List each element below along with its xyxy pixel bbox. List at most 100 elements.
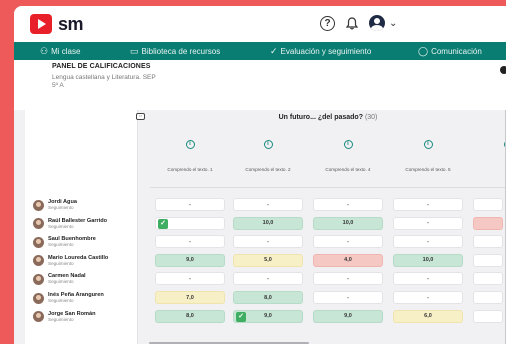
- grade-cell[interactable]: 10,0: [233, 216, 303, 230]
- grade-cell[interactable]: [473, 198, 503, 211]
- folder-icon: ▭: [130, 45, 139, 56]
- grade-value: 5,0: [264, 257, 272, 264]
- grade-cell[interactable]: [473, 272, 503, 286]
- info-icon[interactable]: i: [185, 140, 195, 149]
- grade-cell[interactable]: -: [233, 272, 303, 286]
- nav-item-evaluacion[interactable]: ✓ Evaluación y seguimiento: [270, 46, 371, 57]
- subject-label: Lengua castellana y Literatura. SEP: [52, 74, 156, 81]
- student-row[interactable]: Mario Loureda Castillo Seguimiento: [25, 252, 138, 270]
- student-row[interactable]: Raúl Ballester Garrido Seguimiento: [25, 215, 138, 233]
- expand-columns-button[interactable]: ⇔: [136, 113, 145, 120]
- column-name: Comprendo el texto. 1: [167, 167, 213, 172]
- student-row[interactable]: Jordi Agua Seguimiento: [25, 196, 138, 214]
- grade-cell[interactable]: -: [313, 272, 383, 286]
- column-header[interactable]: i Comprendo el texto. 1: [150, 140, 230, 185]
- grade-cell[interactable]: -: [155, 198, 225, 211]
- grade-cell[interactable]: [473, 253, 503, 267]
- info-icon[interactable]: i: [343, 140, 353, 149]
- grade-cell[interactable]: [473, 235, 503, 249]
- grade-cell[interactable]: -: [393, 291, 463, 304]
- grade-cell[interactable]: [473, 309, 503, 323]
- column-header[interactable]: iCo: [468, 140, 506, 185]
- logo[interactable]: sm: [30, 13, 84, 35]
- nav-item-biblioteca[interactable]: ▭ Biblioteca de recursos: [130, 46, 220, 57]
- grade-value: -: [267, 238, 269, 245]
- grade-value: 8,0: [264, 294, 272, 301]
- student-name: Raúl Ballester Garrido: [48, 217, 108, 224]
- column-header[interactable]: i Comprendo el texto. 4: [308, 140, 388, 185]
- grade-cell[interactable]: ✓: [155, 216, 225, 230]
- grade-cell[interactable]: -: [313, 235, 383, 249]
- logo-play-icon: [30, 14, 52, 34]
- student-status: Seguimiento: [48, 242, 74, 248]
- activity-name: Un futuro... ¿del pasado?: [278, 114, 363, 121]
- student-status: Seguimiento: [48, 279, 74, 285]
- header-separator: [150, 187, 506, 188]
- grade-value: -: [347, 238, 349, 245]
- people-icon: ⚇: [40, 45, 49, 56]
- grade-cell[interactable]: -: [155, 235, 225, 249]
- info-icon[interactable]: i: [423, 140, 433, 149]
- grade-value: -: [267, 201, 269, 208]
- grade-cell[interactable]: -: [233, 198, 303, 211]
- grade-value: -: [267, 275, 269, 282]
- options-dot-icon[interactable]: [500, 66, 506, 74]
- column-name: Co: [468, 167, 506, 172]
- column-name: Comprendo el texto. 2: [245, 167, 291, 172]
- logo-text: sm: [58, 13, 84, 34]
- grade-cell[interactable]: 9,0: [313, 309, 383, 323]
- student-row[interactable]: Inés Peña Aranguren Seguimiento: [25, 289, 138, 307]
- bell-icon[interactable]: [345, 16, 359, 31]
- student-status: Seguimiento: [48, 316, 74, 322]
- activity-count: (30): [364, 114, 378, 121]
- grade-cell[interactable]: 8,0: [155, 309, 225, 323]
- nav-item-comunicacion[interactable]: ◯ Comunicación: [418, 46, 482, 57]
- nav-label: Mi clase: [51, 46, 81, 56]
- grade-value: 9,0: [344, 313, 352, 320]
- grade-cell[interactable]: -: [393, 235, 463, 249]
- grade-cell[interactable]: 8,0: [233, 291, 303, 304]
- grade-cell[interactable]: -: [393, 272, 463, 286]
- grade-value: -: [427, 201, 429, 208]
- student-row[interactable]: Jorge San Román Seguimiento: [25, 308, 138, 326]
- grade-cell[interactable]: -: [313, 198, 383, 211]
- app-window: sm ? ⌄ ⚇ Mi clase ▭ Biblioteca de recurs…: [14, 6, 506, 344]
- grade-value: -: [189, 238, 191, 245]
- student-avatar: [33, 292, 44, 304]
- check-icon: ✓: [158, 218, 168, 229]
- grade-value: 9,0: [264, 313, 272, 320]
- student-avatar: [33, 236, 44, 248]
- grade-cell[interactable]: -: [393, 198, 463, 211]
- column-header[interactable]: i Comprendo el texto. 5: [388, 140, 468, 185]
- nav-item-mi-clase[interactable]: ⚇ Mi clase: [40, 46, 80, 57]
- grade-cell[interactable]: -: [393, 216, 463, 230]
- info-icon[interactable]: i: [263, 140, 273, 149]
- grade-cell[interactable]: -: [233, 235, 303, 249]
- grade-cell[interactable]: ✓ 9,0: [233, 309, 303, 323]
- grade-cell[interactable]: 9,0: [155, 253, 225, 267]
- student-row[interactable]: Saul Buenhombre Seguimiento: [25, 233, 138, 251]
- grade-cell[interactable]: -: [313, 291, 383, 304]
- student-row[interactable]: Carmen Nadal Seguimiento: [25, 270, 138, 288]
- grade-cell[interactable]: [473, 291, 503, 304]
- check-icon: ✓: [236, 311, 246, 322]
- grade-cell[interactable]: 10,0: [393, 253, 463, 267]
- grade-cell[interactable]: -: [155, 272, 225, 286]
- grades-table: ⇔ Un futuro... ¿del pasado? (30) i Compre…: [14, 110, 506, 344]
- student-avatar: [33, 273, 44, 285]
- grade-cell[interactable]: 5,0: [233, 253, 303, 267]
- grade-value: -: [427, 275, 429, 282]
- top-bar: sm ? ⌄: [14, 6, 506, 42]
- student-avatar: [33, 218, 44, 230]
- help-icon[interactable]: ?: [320, 15, 335, 31]
- column-name: Comprendo el texto. 4: [325, 167, 371, 172]
- grade-cell[interactable]: 10,0: [313, 216, 383, 230]
- grade-cell[interactable]: 7,0: [155, 291, 225, 304]
- column-header[interactable]: i Comprendo el texto. 2: [228, 140, 308, 185]
- grade-cell[interactable]: [473, 216, 503, 230]
- user-avatar-icon[interactable]: [369, 15, 385, 31]
- nav-label: Biblioteca de recursos: [141, 46, 221, 56]
- chevron-down-icon[interactable]: ⌄: [389, 18, 397, 29]
- grade-cell[interactable]: 4,0: [313, 253, 383, 267]
- grade-cell[interactable]: 6,0: [393, 309, 463, 323]
